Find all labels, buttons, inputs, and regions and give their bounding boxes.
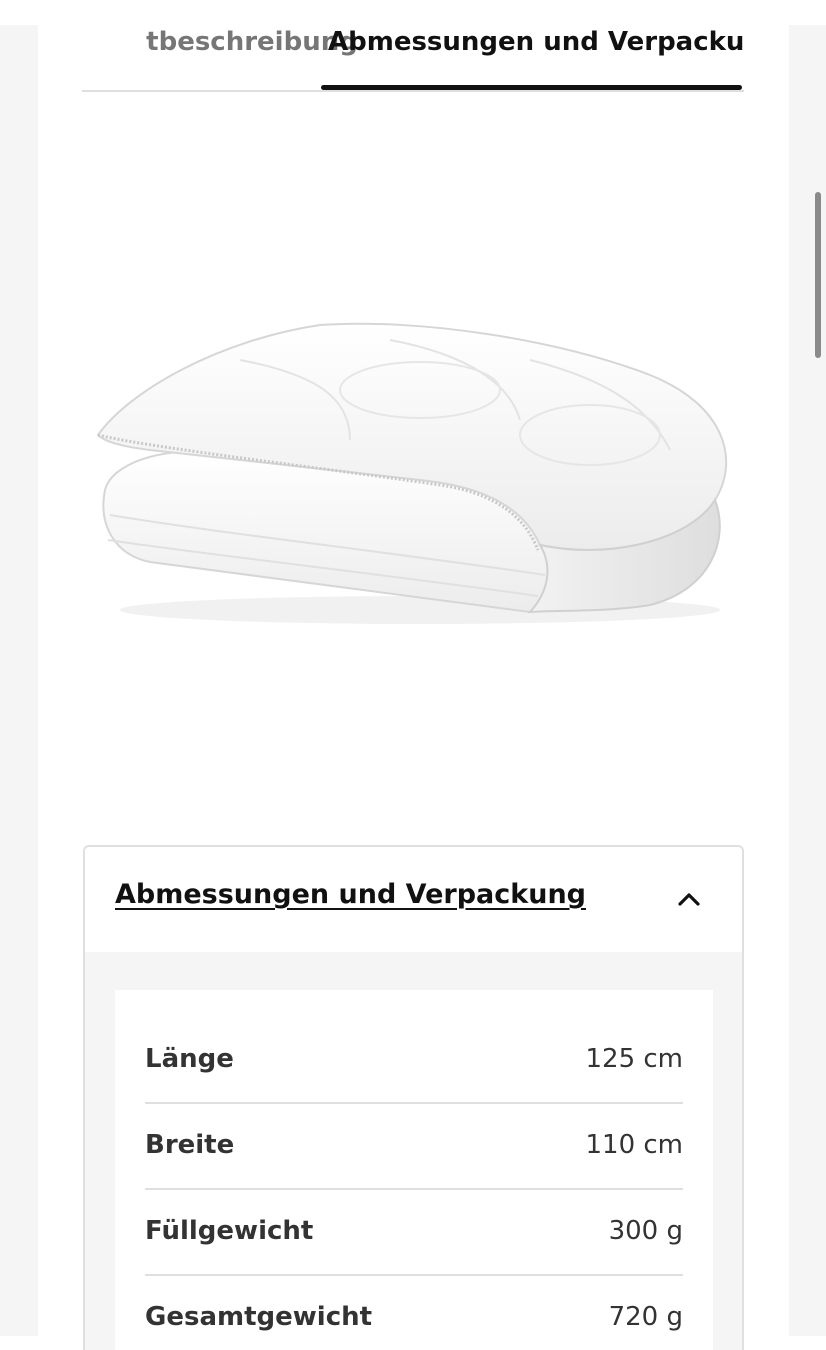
accordion-title[interactable]: Abmessungen und Verpackung	[115, 879, 586, 910]
tab-produktbeschreibung-label: tbeschreibung	[146, 27, 358, 57]
spec-card: Länge 125 cm Breite 110 cm Füllgewicht 3…	[115, 990, 713, 1350]
scrollbar-thumb[interactable]	[815, 192, 821, 358]
chevron-up-icon[interactable]	[675, 887, 703, 911]
spec-label: Breite	[145, 1130, 235, 1160]
tab-abmessungen[interactable]: Abmessungen und Verpackung	[328, 24, 744, 64]
spec-row-laenge: Länge 125 cm	[145, 1018, 683, 1104]
spec-label: Länge	[145, 1044, 234, 1074]
spec-row-gesamtgewicht: Gesamtgewicht 720 g	[145, 1276, 683, 1350]
left-gutter	[0, 25, 38, 1336]
spec-label: Gesamtgewicht	[145, 1302, 373, 1332]
tab-bar-divider	[82, 90, 744, 92]
spec-value: 110 cm	[585, 1130, 683, 1160]
active-tab-indicator	[321, 85, 742, 90]
product-image	[90, 300, 740, 720]
spec-value: 125 cm	[585, 1044, 683, 1074]
spec-value: 720 g	[608, 1302, 683, 1332]
spec-value: 300 g	[608, 1216, 683, 1246]
spec-row-breite: Breite 110 cm	[145, 1104, 683, 1190]
spec-row-fuellgewicht: Füllgewicht 300 g	[145, 1190, 683, 1276]
tab-produktbeschreibung[interactable]: Produktbeschreibung	[82, 24, 358, 64]
spec-label: Füllgewicht	[145, 1216, 314, 1246]
accordion-header[interactable]: Abmessungen und Verpackung	[85, 847, 742, 952]
tab-bar: Produktbeschreibung Abmessungen und Verp…	[82, 0, 744, 92]
dimensions-accordion: Abmessungen und Verpackung Länge 125 cm …	[83, 845, 744, 1350]
